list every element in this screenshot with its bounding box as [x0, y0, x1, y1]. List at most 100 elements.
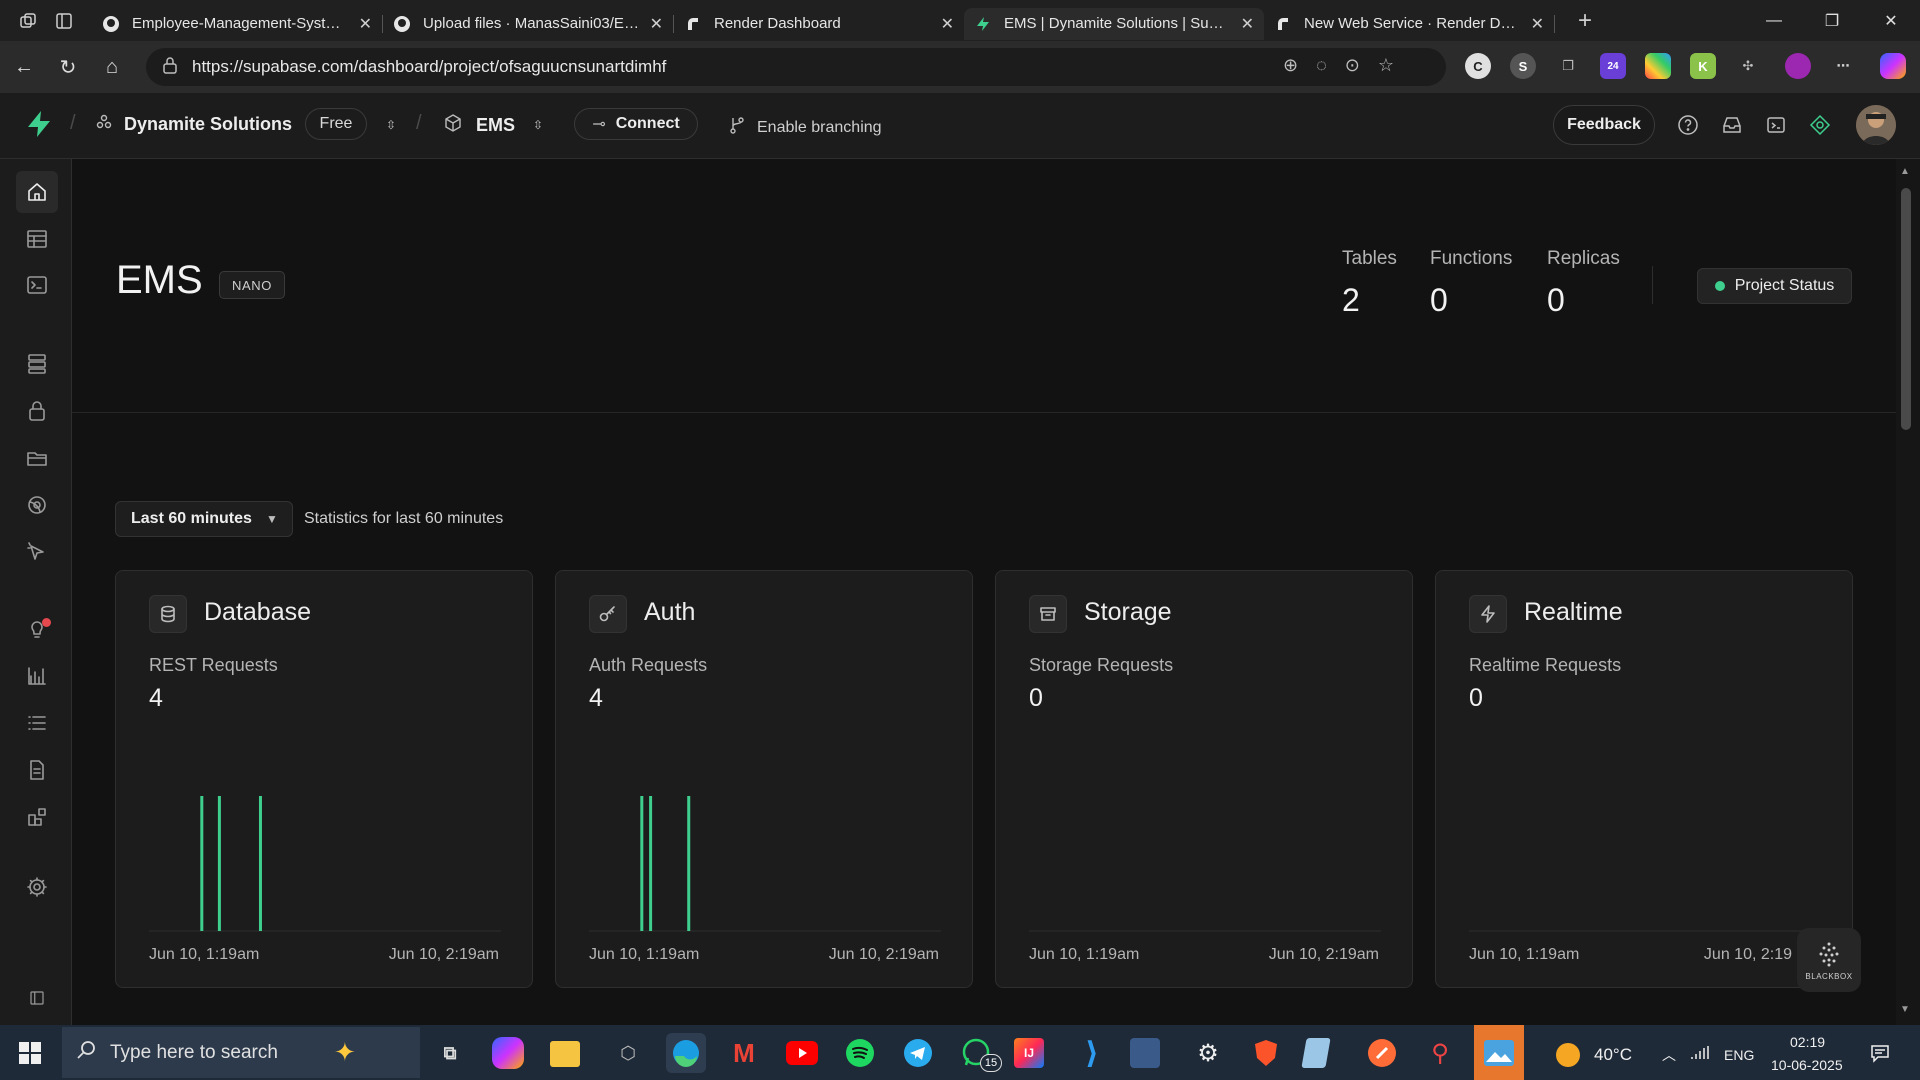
notifications-icon[interactable] [1870, 1043, 1890, 1068]
extensions-icon[interactable]: ✣ [1735, 53, 1761, 79]
stat-value-replicas[interactable]: 0 [1547, 282, 1565, 319]
sidebar-item-reports[interactable] [16, 655, 58, 697]
requests-chart[interactable] [116, 571, 534, 989]
sidebar-item-settings[interactable] [16, 866, 58, 908]
taskbar-search[interactable]: Type here to search ✦ [62, 1027, 420, 1078]
extension-icon-badge[interactable]: 24 [1600, 53, 1626, 79]
sidebar-item-storage[interactable] [16, 437, 58, 479]
sidebar-item-home[interactable] [16, 171, 58, 213]
user-avatar[interactable] [1856, 105, 1896, 145]
scroll-down-icon[interactable]: ▼ [1900, 1004, 1910, 1015]
weather-sun-icon[interactable] [1556, 1043, 1580, 1067]
app-icon-blue[interactable] [1130, 1038, 1160, 1068]
sidebar-item-authentication[interactable] [16, 390, 58, 432]
more-page-actions-icon[interactable]: ⊙ [1345, 55, 1360, 76]
lock-icon[interactable] [162, 56, 178, 79]
browser-tab-1[interactable]: Employee-Management-System/f ✕ [92, 8, 382, 40]
app-icon-red[interactable]: ⚲ [1420, 1033, 1460, 1073]
card-database[interactable]: Database REST Requests 4 Jun 10, 1:19am … [115, 570, 533, 988]
browser-tab-4[interactable]: EMS | Dynamite Solutions | Supab ✕ [964, 7, 1264, 40]
sidebar-item-database[interactable] [16, 343, 58, 385]
help-icon[interactable] [1675, 112, 1701, 138]
sidebar-item-logs[interactable] [16, 702, 58, 744]
org-chevron-icon[interactable]: ⇳ [378, 112, 404, 138]
close-window-icon[interactable]: ✕ [1862, 0, 1920, 41]
home-icon[interactable]: ⌂ [90, 47, 134, 87]
collections-icon[interactable]: ❐ [1555, 53, 1581, 79]
project-status-button[interactable]: Project Status [1697, 268, 1852, 304]
vscode-icon[interactable]: ⟩ [1072, 1033, 1112, 1073]
tab-actions-icon[interactable] [46, 3, 82, 39]
sidebar-item-table-editor[interactable] [16, 218, 58, 260]
sidebar-item-edge-functions[interactable] [16, 484, 58, 526]
feedback-button[interactable]: Feedback [1553, 105, 1655, 145]
stat-value-functions[interactable]: 0 [1430, 282, 1448, 319]
browser-tab-3[interactable]: Render Dashboard ✕ [674, 8, 964, 40]
minimize-icon[interactable]: — [1745, 0, 1803, 41]
favorite-star-icon[interactable]: ☆ [1378, 55, 1394, 76]
sidebar-item-realtime[interactable] [16, 531, 58, 573]
close-tab-icon[interactable]: ✕ [359, 14, 372, 34]
close-tab-icon[interactable]: ✕ [1531, 14, 1544, 34]
back-icon[interactable]: ← [2, 47, 46, 87]
chart-bar[interactable] [200, 796, 204, 931]
browser-tab-2[interactable]: Upload files · ManasSaini03/Empl ✕ [383, 8, 673, 40]
task-view-icon[interactable]: ⧉ [430, 1033, 470, 1073]
clock-time[interactable]: 02:19 [1790, 1034, 1825, 1050]
time-range-select[interactable]: Last 60 minutes ▼ [115, 501, 293, 537]
language-indicator[interactable]: ENG [1724, 1047, 1754, 1063]
close-tab-icon[interactable]: ✕ [650, 14, 663, 34]
workspaces-icon[interactable] [10, 3, 46, 39]
scrollbar-thumb[interactable] [1901, 188, 1911, 430]
chart-bar[interactable] [640, 796, 644, 931]
project-switcher[interactable]: EMS [444, 114, 515, 137]
intellij-icon[interactable]: IJ [1014, 1038, 1044, 1068]
color-extension-icon[interactable] [1645, 53, 1671, 79]
chart-bar[interactable] [649, 796, 653, 931]
profile-extension-icon[interactable] [1785, 53, 1811, 79]
collapse-sidebar-icon[interactable] [16, 977, 58, 1019]
show-hidden-icons-icon[interactable]: ︿ [1662, 1045, 1676, 1065]
spotify-icon[interactable] [840, 1033, 880, 1073]
close-tab-icon[interactable]: ✕ [1241, 14, 1254, 34]
extension-icon-1[interactable]: C [1465, 53, 1491, 79]
chart-bar[interactable] [217, 796, 221, 931]
assistant-icon[interactable] [1807, 112, 1833, 138]
youtube-icon[interactable] [782, 1033, 822, 1073]
copilot-app-icon[interactable] [492, 1037, 524, 1069]
requests-chart[interactable] [1436, 571, 1854, 989]
sidebar-item-api-docs[interactable] [16, 749, 58, 791]
copilot-icon[interactable] [1880, 53, 1906, 79]
zoom-icon[interactable]: ⊕ [1283, 55, 1298, 76]
refresh-icon[interactable]: ↻ [46, 47, 90, 87]
restore-icon[interactable]: ❐ [1803, 0, 1861, 41]
terminal-icon[interactable] [1763, 112, 1789, 138]
windows-start-icon[interactable] [10, 1036, 50, 1070]
settings-more-icon[interactable]: ⋯ [1830, 53, 1856, 79]
url-text[interactable]: https://supabase.com/dashboard/project/o… [192, 57, 666, 77]
enable-branching-button[interactable]: Enable branching [729, 116, 882, 139]
wifi-icon[interactable] [1690, 1045, 1710, 1066]
edge-browser-icon[interactable] [666, 1033, 706, 1073]
sidebar-item-advisors[interactable] [16, 608, 58, 650]
chart-bar[interactable] [687, 796, 691, 931]
connect-button[interactable]: ⊸ Connect [574, 108, 698, 140]
app-icon-hex[interactable]: ⬡ [608, 1033, 648, 1073]
requests-chart[interactable] [996, 571, 1414, 989]
stat-value-tables[interactable]: 2 [1342, 282, 1360, 319]
extension-icon-2[interactable]: S [1510, 53, 1536, 79]
k-extension-icon[interactable]: K [1690, 53, 1716, 79]
sidebar-item-sql-editor[interactable] [16, 264, 58, 306]
close-tab-icon[interactable]: ✕ [941, 14, 954, 34]
card-storage[interactable]: Storage Storage Requests 0 Jun 10, 1:19a… [995, 570, 1413, 988]
project-chevron-icon[interactable]: ⇳ [525, 112, 551, 138]
inbox-icon[interactable] [1719, 112, 1745, 138]
photos-icon[interactable] [1474, 1025, 1524, 1080]
project-name[interactable]: EMS [476, 115, 515, 136]
chart-bar[interactable] [258, 796, 262, 931]
tracking-prevention-icon[interactable]: ◌ [1316, 55, 1327, 76]
postman-icon[interactable] [1362, 1033, 1402, 1073]
card-realtime[interactable]: Realtime Realtime Requests 0 Jun 10, 1:1… [1435, 570, 1853, 988]
clock-date[interactable]: 10-06-2025 [1771, 1057, 1843, 1073]
browser-tab-5[interactable]: New Web Service · Render Dashb ✕ [1264, 8, 1554, 40]
